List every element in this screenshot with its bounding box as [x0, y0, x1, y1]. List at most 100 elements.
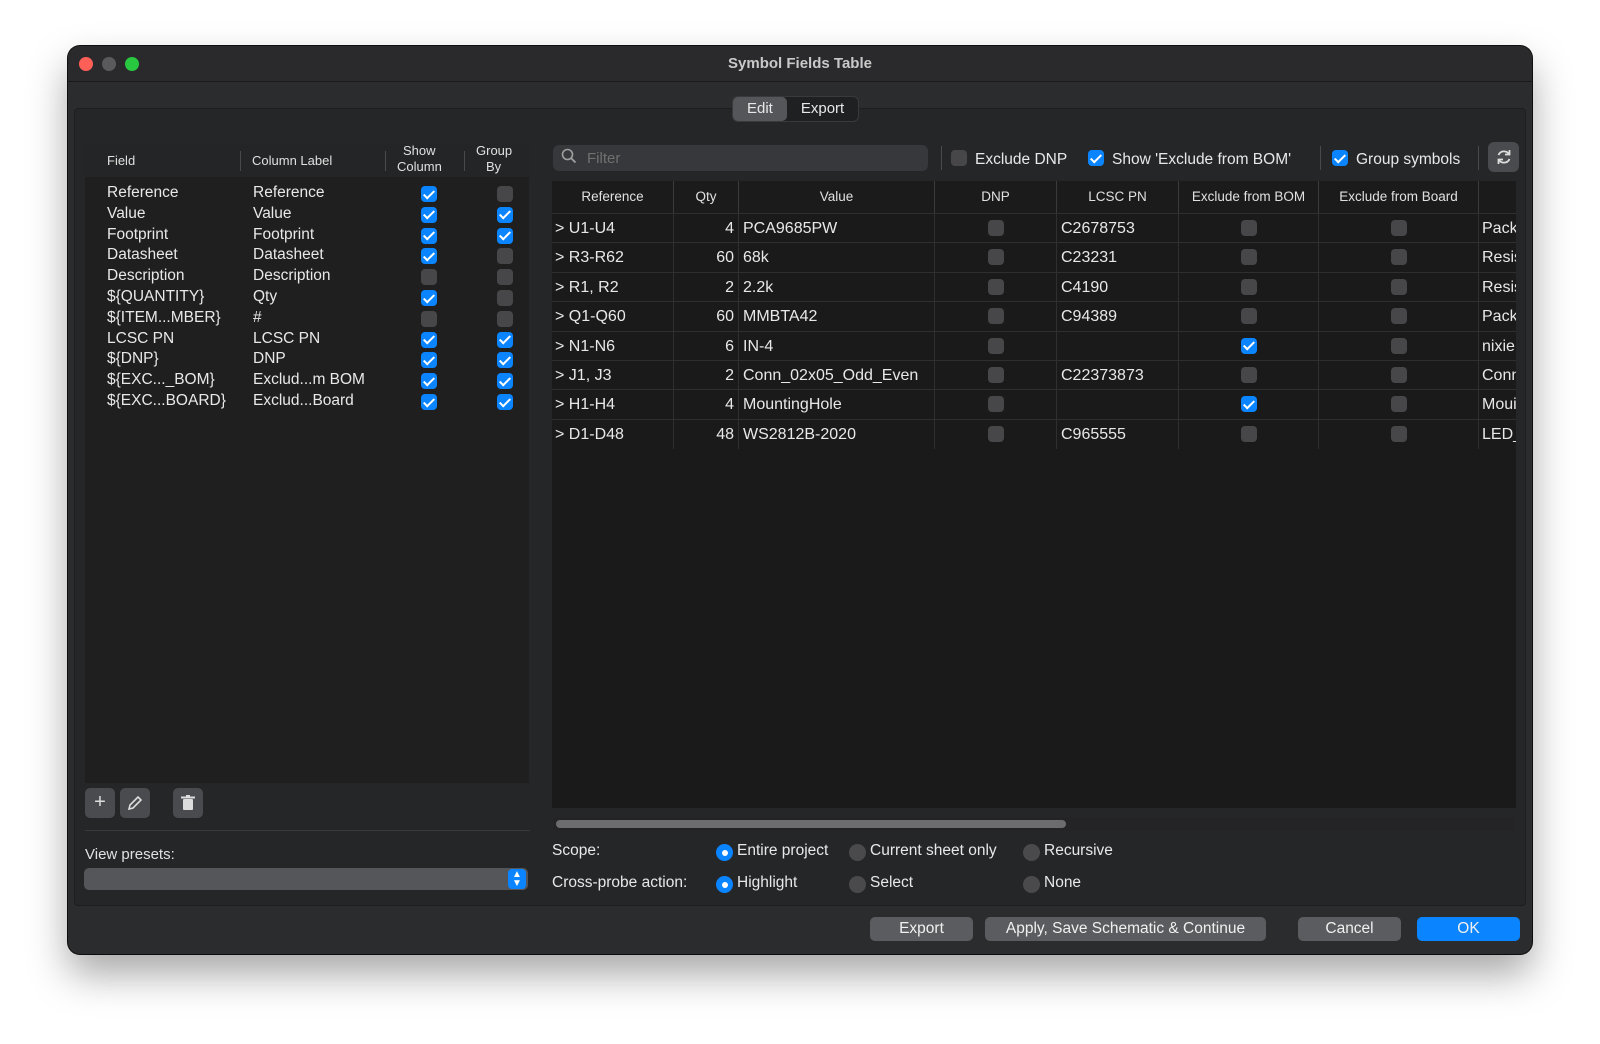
- cross-probe-radio[interactable]: [716, 876, 733, 893]
- grid-row[interactable]: > D1-D48 48 WS2812B-2020 C965555 LED_: [552, 418, 1516, 449]
- exclude-from-board-checkbox[interactable]: [1390, 396, 1407, 413]
- reference-cell[interactable]: Q1-Q60: [569, 308, 626, 325]
- view-presets-select[interactable]: ▲ ▼: [84, 868, 528, 890]
- field-column-label[interactable]: Description: [253, 267, 331, 285]
- extra-cell[interactable]: Pack: [1482, 220, 1516, 237]
- extra-cell[interactable]: Resis: [1482, 249, 1516, 266]
- scope-option-label[interactable]: Current sheet only: [870, 842, 997, 860]
- exclude-from-board-checkbox[interactable]: [1390, 425, 1407, 442]
- dnp-checkbox[interactable]: [987, 249, 1004, 266]
- horizontal-scrollbar[interactable]: [553, 817, 1515, 831]
- cancel-button[interactable]: Cancel: [1298, 917, 1401, 941]
- lcsc-pn-cell[interactable]: C965555: [1061, 426, 1126, 443]
- field-row[interactable]: ${EXC..._BOM} Exclud...m BOM: [85, 370, 529, 391]
- group-by-checkbox[interactable]: [497, 206, 513, 223]
- grid-row[interactable]: > Q1-Q60 60 MMBTA42 C94389 Pack: [552, 301, 1516, 332]
- grid-row[interactable]: > H1-H4 4 MountingHole Moui: [552, 389, 1516, 420]
- value-cell[interactable]: PCA9685PW: [743, 220, 837, 237]
- dnp-checkbox[interactable]: [987, 337, 1004, 354]
- dnp-checkbox[interactable]: [987, 396, 1004, 413]
- tab-export[interactable]: Export: [787, 97, 858, 121]
- grid-column-header[interactable]: Exclude from BOM: [1179, 181, 1319, 213]
- expand-row-icon[interactable]: >: [555, 396, 564, 413]
- group-by-checkbox[interactable]: [497, 394, 513, 410]
- expand-row-icon[interactable]: >: [555, 338, 564, 355]
- field-column-header[interactable]: Field: [107, 153, 135, 168]
- show-column-checkbox[interactable]: [421, 248, 437, 265]
- column-label-header[interactable]: Column Label: [252, 153, 332, 168]
- rename-field-button[interactable]: [120, 788, 150, 818]
- qty-cell[interactable]: 60: [716, 308, 734, 325]
- value-cell[interactable]: IN-4: [743, 338, 773, 355]
- field-row[interactable]: ${QUANTITY} Qty: [85, 287, 529, 308]
- show-column-checkbox[interactable]: [421, 352, 437, 369]
- reference-cell[interactable]: D1-D48: [569, 426, 624, 443]
- field-row[interactable]: LCSC PN LCSC PN: [85, 329, 529, 350]
- value-cell[interactable]: MMBTA42: [743, 308, 817, 325]
- expand-row-icon[interactable]: >: [555, 308, 564, 325]
- extra-cell[interactable]: Resis: [1482, 279, 1516, 296]
- grid-row[interactable]: > N1-N6 6 IN-4 nixie: [552, 330, 1516, 361]
- reference-cell[interactable]: J1, J3: [569, 367, 612, 384]
- grid-column-header[interactable]: Reference: [552, 181, 674, 213]
- extra-cell[interactable]: Pack: [1482, 308, 1516, 325]
- scope-option-label[interactable]: Entire project: [737, 842, 828, 860]
- exclude-from-bom-checkbox[interactable]: [1240, 337, 1257, 354]
- field-column-label[interactable]: Qty: [253, 288, 277, 306]
- field-row[interactable]: Reference Reference: [85, 183, 529, 204]
- field-row[interactable]: Description Description: [85, 266, 529, 287]
- show-column-checkbox[interactable]: [421, 206, 437, 223]
- show-column-checkbox[interactable]: [421, 310, 437, 327]
- field-row[interactable]: Footprint Footprint: [85, 225, 529, 246]
- field-column-label[interactable]: LCSC PN: [253, 330, 320, 348]
- group-by-checkbox[interactable]: [497, 248, 513, 265]
- field-column-label[interactable]: Exclud...Board: [253, 392, 354, 410]
- group-by-checkbox[interactable]: [497, 290, 513, 306]
- scrollbar-thumb[interactable]: [556, 820, 1066, 828]
- reference-cell[interactable]: R3-R62: [569, 249, 624, 266]
- qty-cell[interactable]: 2: [725, 367, 734, 384]
- field-row[interactable]: Datasheet Datasheet: [85, 245, 529, 266]
- apply-save-continue-button[interactable]: Apply, Save Schematic & Continue: [985, 917, 1266, 941]
- show-column-checkbox[interactable]: [421, 331, 437, 348]
- lcsc-pn-cell[interactable]: C4190: [1061, 279, 1108, 296]
- group-by-checkbox[interactable]: [497, 373, 513, 390]
- value-cell[interactable]: MountingHole: [743, 396, 842, 413]
- cross-probe-radio[interactable]: [1023, 876, 1040, 893]
- extra-cell[interactable]: nixie: [1482, 338, 1515, 355]
- field-column-label[interactable]: DNP: [253, 350, 286, 368]
- field-row[interactable]: ${EXC...BOARD} Exclud...Board: [85, 391, 529, 412]
- cross-probe-option-label[interactable]: None: [1044, 874, 1081, 892]
- extra-cell[interactable]: Conn: [1482, 367, 1516, 384]
- show-column-checkbox[interactable]: [421, 290, 437, 306]
- cross-probe-radio[interactable]: [849, 876, 866, 893]
- exclude-from-board-checkbox[interactable]: [1390, 337, 1407, 354]
- scope-option-label[interactable]: Recursive: [1044, 842, 1113, 860]
- grid-column-header[interactable]: Qty: [674, 181, 739, 213]
- filter-field[interactable]: [553, 145, 928, 171]
- group-symbols-toggle[interactable]: Group symbols: [1332, 150, 1460, 169]
- grid-column-header[interactable]: LCSC PN: [1057, 181, 1179, 213]
- exclude-from-board-checkbox[interactable]: [1390, 249, 1407, 266]
- field-row[interactable]: ${ITEM...MBER} #: [85, 308, 529, 329]
- grid-row[interactable]: > J1, J3 2 Conn_02x05_Odd_Even C22373873 Con…: [552, 360, 1516, 390]
- delete-field-button[interactable]: [173, 788, 203, 818]
- scope-radio[interactable]: [1023, 844, 1040, 861]
- reference-cell[interactable]: N1-N6: [569, 338, 615, 355]
- grid-column-header[interactable]: DNP: [935, 181, 1057, 213]
- cross-probe-option-label[interactable]: Select: [870, 874, 913, 892]
- group-by-checkbox[interactable]: [497, 186, 513, 202]
- reference-cell[interactable]: R1, R2: [569, 279, 619, 296]
- tab-edit[interactable]: Edit: [733, 97, 787, 121]
- show-column-checkbox[interactable]: [421, 394, 437, 410]
- qty-cell[interactable]: 48: [716, 426, 734, 443]
- scope-radio[interactable]: [849, 844, 866, 861]
- exclude-from-bom-checkbox[interactable]: [1240, 249, 1257, 266]
- lcsc-pn-cell[interactable]: C22373873: [1061, 367, 1144, 384]
- reference-cell[interactable]: H1-H4: [569, 396, 615, 413]
- grid-column-header[interactable]: Exclude from Board: [1319, 181, 1479, 213]
- group-by-checkbox[interactable]: [497, 227, 513, 244]
- exclude-from-bom-checkbox[interactable]: [1240, 278, 1257, 295]
- field-column-label[interactable]: Datasheet: [253, 246, 324, 264]
- qty-cell[interactable]: 4: [725, 220, 734, 237]
